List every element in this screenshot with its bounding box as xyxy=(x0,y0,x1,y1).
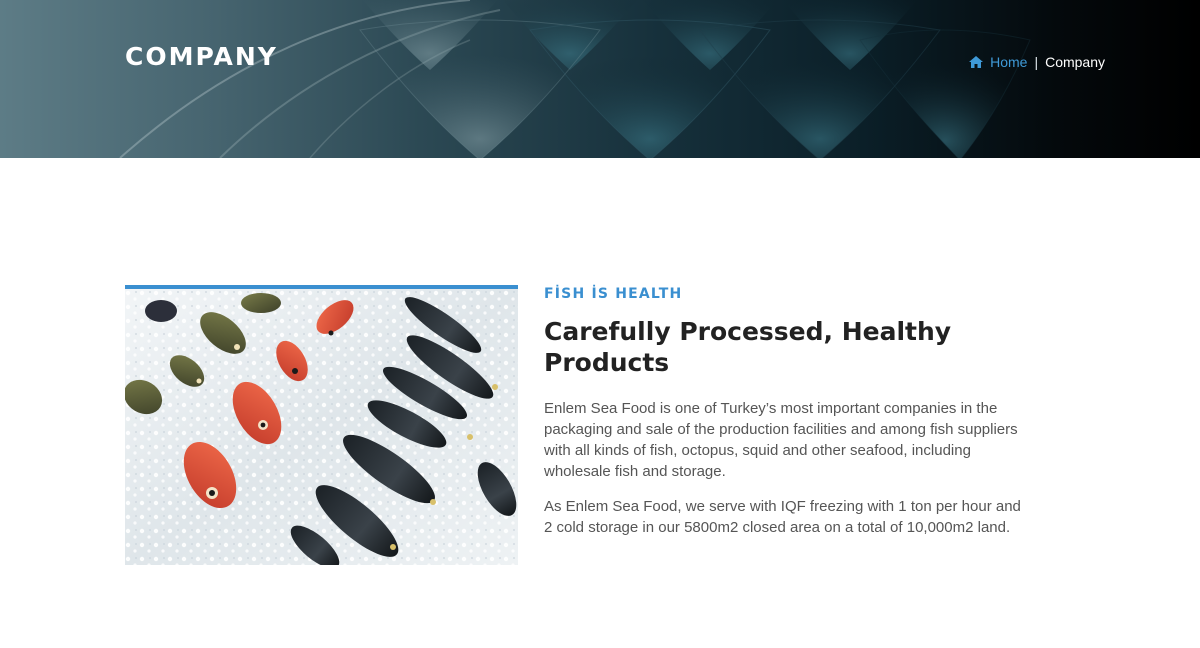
breadcrumb-home-link[interactable]: Home xyxy=(969,54,1027,70)
breadcrumb-home-label: Home xyxy=(990,54,1028,70)
fish-on-ice-photo xyxy=(125,285,518,565)
about-paragraph: As Enlem Sea Food, we serve with IQF fre… xyxy=(544,498,1021,536)
page-header-banner: COMPANY Home | Company xyxy=(0,0,1200,158)
fish-on-ice-image xyxy=(125,289,518,565)
about-paragraph: Enlem Sea Food is one of Turkey’s most i… xyxy=(544,400,1018,480)
section-heading: Carefully Processed, Healthy Products xyxy=(544,317,952,377)
about-text: FİSH İS HEALTH Carefully Processed, Heal… xyxy=(544,286,1024,538)
about-section: FİSH İS HEALTH Carefully Processed, Heal… xyxy=(0,158,1200,648)
breadcrumb: Home | Company xyxy=(969,54,1105,70)
breadcrumb-current: Company xyxy=(1045,54,1105,70)
section-eyebrow: FİSH İS HEALTH xyxy=(544,286,683,302)
home-icon xyxy=(969,56,984,68)
page-title: COMPANY xyxy=(125,42,278,71)
fish-scale-background xyxy=(119,0,1031,158)
breadcrumb-separator: | xyxy=(1034,54,1039,70)
